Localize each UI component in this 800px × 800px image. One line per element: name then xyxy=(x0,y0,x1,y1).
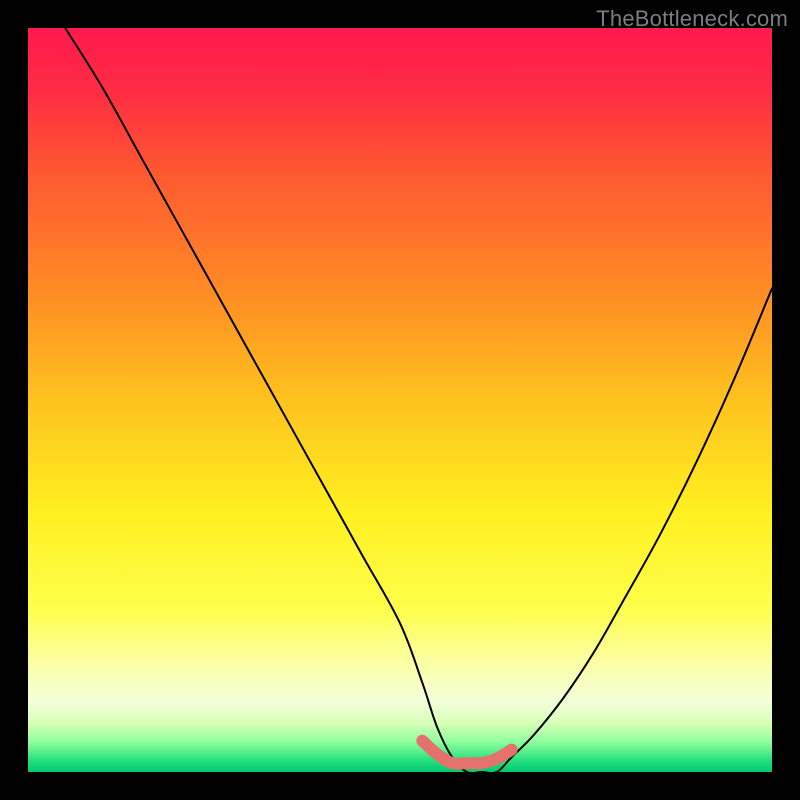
watermark-label: TheBottleneck.com xyxy=(596,6,788,32)
heat-gradient-background xyxy=(28,28,772,772)
plot-area xyxy=(28,28,772,772)
